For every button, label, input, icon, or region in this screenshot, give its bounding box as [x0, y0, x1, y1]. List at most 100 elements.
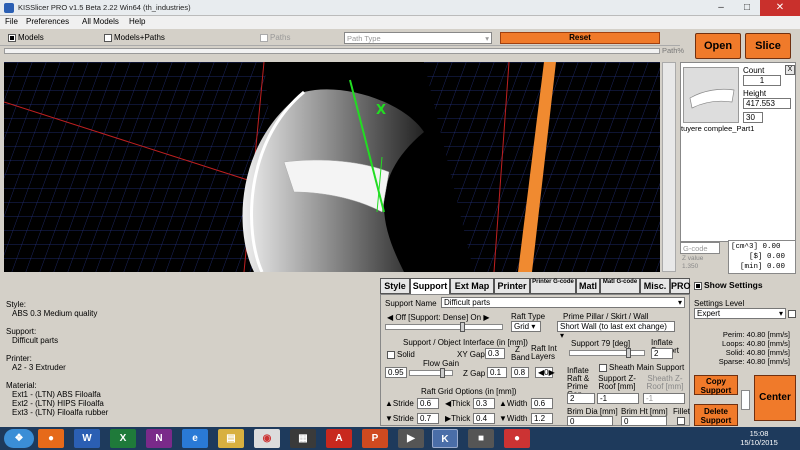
scale-field[interactable]: 30	[743, 112, 763, 123]
copy-support-button[interactable]: Copy Support	[694, 375, 738, 395]
width-field-2[interactable]: 1.2	[531, 413, 553, 424]
part-thumbnail[interactable]	[683, 67, 739, 123]
excel-icon[interactable]: X	[110, 429, 136, 448]
prime-select[interactable]: Short Wall (to last ext change) ▾	[557, 321, 675, 340]
show-settings-checkbox[interactable]: Show Settings	[694, 280, 763, 290]
triangle-right-icon: ▶	[483, 313, 490, 322]
part-name[interactable]: tuyere complee_Part1	[681, 124, 754, 133]
media-icon[interactable]: ▶	[398, 429, 424, 448]
z-gap-field[interactable]: 0.1	[487, 367, 507, 378]
support-angle-label: Support 79 [deg]	[571, 339, 631, 348]
remove-part-button[interactable]: X	[785, 65, 795, 75]
settings-level-checkbox[interactable]	[788, 310, 796, 318]
solid-checkbox[interactable]: Solid	[387, 350, 415, 359]
z-roof-field[interactable]: -1	[597, 393, 639, 404]
menu-preferences[interactable]: Preferences	[26, 17, 69, 26]
triangle-left-icon: ◀	[387, 313, 394, 322]
maximize-icon[interactable]: □	[734, 0, 760, 16]
ie-icon[interactable]: e	[182, 429, 208, 448]
close-icon[interactable]: ✕	[760, 0, 800, 16]
tab-matl-gcode[interactable]: Matl G-code	[600, 278, 640, 294]
ext1-value: Ext1 - (LTN) ABS Filoalfa	[12, 390, 101, 399]
tab-printer-gcode[interactable]: Printer G-code	[530, 278, 576, 294]
tab-support[interactable]: Support	[410, 278, 450, 294]
title-bar: KISSlicer PRO v1.5 Beta 2.22 Win64 (th_i…	[0, 0, 800, 16]
path-percent-slider[interactable]	[4, 48, 660, 54]
inflate-raft-field[interactable]: 2	[567, 393, 595, 404]
thick-field-2[interactable]: 0.4	[473, 413, 495, 424]
sheath-roof-field[interactable]: -1	[643, 393, 685, 404]
delete-support-button[interactable]: Delete Support	[694, 404, 738, 426]
tab-pro[interactable]: PRO	[670, 278, 691, 294]
center-button[interactable]: Center	[754, 375, 796, 421]
raft-type-label: Raft Type	[511, 312, 546, 321]
menu-file[interactable]: File	[5, 17, 18, 26]
3d-viewport[interactable]: X	[4, 62, 660, 272]
gcode-select[interactable]: G-code	[680, 242, 720, 254]
width-field-1[interactable]: 0.6	[531, 398, 553, 409]
brim-ht-field[interactable]: 0	[621, 416, 667, 426]
onenote-icon[interactable]: N	[146, 429, 172, 448]
tab-matl[interactable]: Matl	[576, 278, 600, 294]
models-radio[interactable]: Models	[8, 33, 44, 42]
band-label: Band	[511, 353, 530, 362]
flow-gain-field[interactable]: 0.95	[385, 367, 407, 378]
raft-int-label: Raft Int Layers	[531, 344, 557, 361]
chevron-down-icon: ▾	[778, 309, 783, 318]
open-button[interactable]: Open	[695, 33, 741, 59]
brim-dia-field[interactable]: 0	[567, 416, 613, 426]
minimize-icon[interactable]: –	[708, 0, 734, 16]
tab-misc[interactable]: Misc.	[640, 278, 670, 294]
sheath-checkbox[interactable]: Sheath Main Support	[599, 363, 684, 372]
reset-button[interactable]: Reset	[500, 32, 660, 44]
folder-icon[interactable]: ▤	[218, 429, 244, 448]
models-paths-checkbox[interactable]: Models+Paths	[104, 33, 165, 42]
support-list-scroll[interactable]	[741, 390, 750, 410]
viewport-scrollbar[interactable]	[662, 62, 676, 272]
start-icon[interactable]: ❖	[4, 429, 34, 448]
app-icon-generic[interactable]: ▦	[290, 429, 316, 448]
support-name-select[interactable]: Difficult parts ▾	[441, 297, 685, 308]
slider-knob[interactable]	[460, 322, 465, 332]
system-clock[interactable]: 15:08 15/10/2015	[722, 429, 796, 447]
acrobat-icon[interactable]: A	[326, 429, 352, 448]
raft-int-field[interactable]: ◀0▶	[535, 367, 555, 378]
flow-gain-slider[interactable]	[409, 368, 453, 378]
app2-icon[interactable]: ■	[468, 429, 494, 448]
settings-level-select[interactable]: Expert ▾	[694, 308, 786, 319]
count-field[interactable]: 1	[743, 75, 781, 86]
slider-knob[interactable]	[440, 368, 445, 378]
kisslicer-icon[interactable]: K	[432, 429, 458, 448]
menu-all-models[interactable]: All Models	[82, 17, 119, 26]
slider-knob[interactable]	[626, 348, 631, 358]
tab-ext-map[interactable]: Ext Map	[450, 278, 494, 294]
tab-style[interactable]: Style	[380, 278, 410, 294]
height-field[interactable]: 417.553	[743, 98, 791, 109]
chrome-icon[interactable]: ◉	[254, 429, 280, 448]
support-angle-slider[interactable]	[569, 348, 645, 358]
raft-type-select[interactable]: Grid ▾	[511, 321, 541, 332]
support-density-slider[interactable]	[385, 322, 503, 332]
fillet-checkbox[interactable]	[677, 417, 685, 425]
band-field[interactable]: 0.8	[511, 367, 529, 378]
firefox-icon[interactable]: ●	[38, 429, 64, 448]
powerpoint-icon[interactable]: P	[362, 429, 388, 448]
style-heading: Style:	[6, 300, 27, 309]
support-density-label: ◀ Off [Support: Dense] On ▶	[387, 313, 490, 322]
inflate-support-field[interactable]: 2	[651, 348, 673, 359]
style-value: ABS 0.3 Medium quality	[12, 309, 98, 318]
taskbar: ❖ ● W X N e ▤ ◉ ▦ A P ▶ K ■ ● 15:08 15/1…	[0, 427, 800, 450]
app3-icon[interactable]: ●	[504, 429, 530, 448]
thick-field-1[interactable]: 0.3	[473, 398, 495, 409]
xy-gap-field[interactable]: 0.3	[485, 348, 505, 359]
support-name-label: Support Name	[385, 299, 437, 308]
paths-checkbox[interactable]: Paths	[260, 33, 290, 42]
path-type-select[interactable]: Path Type ▾	[344, 32, 492, 44]
slice-button[interactable]: Slice	[745, 33, 791, 59]
speed-summary: Perim: 40.80 [mm/s] Loops: 40.80 [mm/s] …	[718, 330, 790, 366]
tab-printer[interactable]: Printer	[494, 278, 530, 294]
word-icon[interactable]: W	[74, 429, 100, 448]
menu-help[interactable]: Help	[129, 17, 145, 26]
stride-field-1[interactable]: 0.6	[417, 398, 439, 409]
stride-field-2[interactable]: 0.7	[417, 413, 439, 424]
